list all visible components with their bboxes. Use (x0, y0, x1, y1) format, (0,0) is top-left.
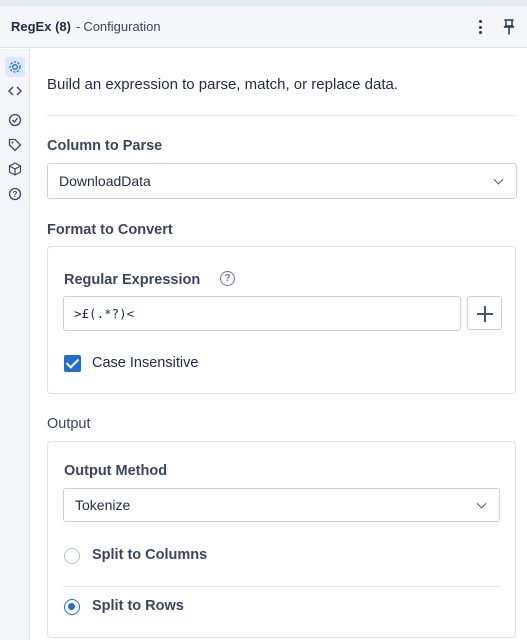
sidebar-rail: ? (0, 49, 30, 640)
svg-text:?: ? (13, 190, 18, 199)
tool-description: Build an expression to parse, match, or … (47, 76, 399, 93)
column-to-parse-label: Column to Parse (47, 138, 163, 154)
chevron-down-icon (476, 498, 487, 509)
panel-title: RegEx (8) (11, 19, 71, 34)
split-to-rows-radio[interactable] (64, 599, 80, 615)
add-token-button[interactable] (467, 296, 502, 330)
help-icon[interactable]: ? (7, 186, 23, 202)
regex-value: >£(.*?)< (74, 306, 135, 321)
chevron-down-icon (493, 174, 504, 185)
output-group: Output Method Tokenize Split to Columns … (47, 441, 516, 638)
output-method-label: Output Method (64, 463, 168, 479)
code-icon[interactable] (7, 83, 23, 99)
cube-icon[interactable] (7, 161, 23, 177)
split-to-columns-label: Split to Columns (92, 547, 208, 563)
title-separator: - (75, 19, 81, 34)
format-to-convert-label: Format to Convert (47, 222, 173, 238)
column-to-parse-value: DownloadData (59, 173, 151, 189)
case-insensitive-label: Case Insensitive (92, 355, 199, 371)
tag-icon[interactable] (7, 137, 23, 153)
split-to-columns-radio[interactable] (64, 548, 80, 564)
output-method-select[interactable]: Tokenize (63, 488, 500, 522)
panel-subtitle: Configuration (83, 19, 161, 34)
tool-icon[interactable] (7, 112, 23, 128)
pin-icon[interactable] (502, 19, 516, 35)
regex-help-icon[interactable]: ? (220, 271, 235, 286)
output-label: Output (47, 416, 91, 432)
regex-label: Regular Expression (64, 272, 201, 288)
column-to-parse-select[interactable]: DownloadData (47, 163, 517, 199)
panel-header: RegEx (8) - Configuration (0, 6, 527, 48)
output-method-value: Tokenize (75, 497, 131, 513)
format-to-convert-group: Regular Expression ? >£(.*?)< Case Insen… (47, 246, 516, 394)
split-to-rows-label: Split to Rows (92, 598, 184, 614)
divider (47, 115, 515, 116)
regex-input[interactable]: >£(.*?)< (63, 296, 461, 331)
more-options-icon[interactable] (475, 18, 485, 36)
help-glyph: ? (224, 273, 231, 284)
config-content: Build an expression to parse, match, or … (31, 49, 527, 640)
gear-icon[interactable] (5, 57, 25, 77)
case-insensitive-checkbox[interactable] (64, 355, 81, 372)
option-divider (63, 586, 500, 587)
